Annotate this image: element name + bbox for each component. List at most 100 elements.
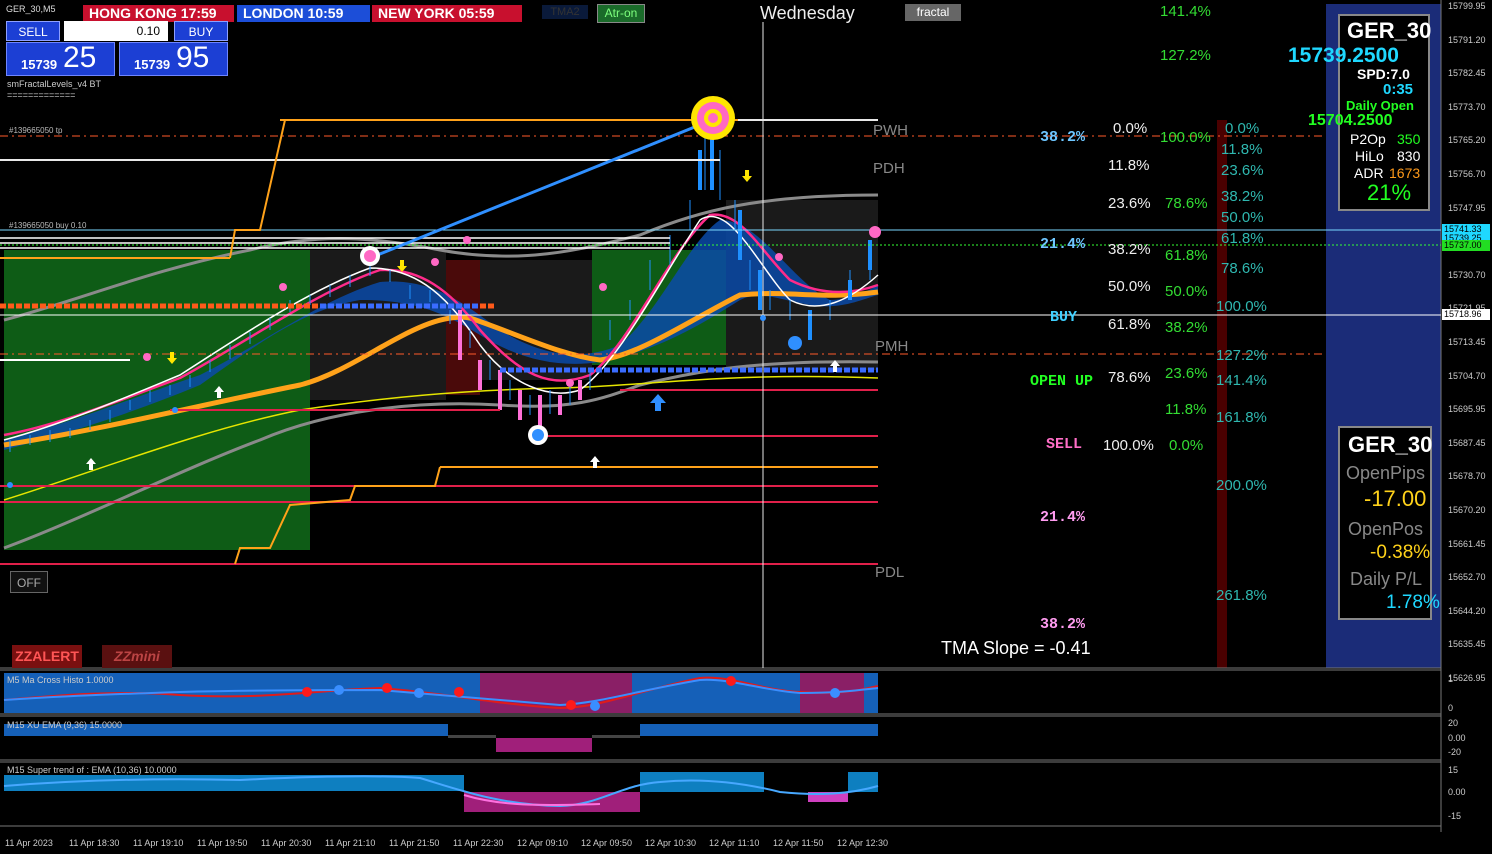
off-button[interactable]: OFF (10, 571, 48, 593)
lot-size-input[interactable]: 0.10 (64, 21, 168, 41)
price-tag-3: 15737.00 (1442, 240, 1490, 251)
time-axis-label: 12 Apr 09:50 (581, 838, 633, 848)
zzalert-button[interactable]: ZZALERT (12, 645, 82, 668)
buy-button[interactable]: BUY (174, 21, 228, 41)
fib2-0: 0.0% (1113, 120, 1148, 137)
fib3-4: 61.8% (1165, 247, 1208, 264)
fib4-7: 100.0% (1216, 298, 1267, 315)
ind3-axis-bottom: -15 (1448, 811, 1462, 821)
info-p2op-label: P2Op (1350, 131, 1386, 147)
fib2-1: 11.8% (1108, 157, 1150, 174)
fib3-9: 0.0% (1169, 437, 1204, 454)
fib4-9: 141.4% (1216, 372, 1267, 389)
time-axis-label: 11 Apr 19:50 (197, 838, 248, 848)
time-axis-label: 11 Apr 21:50 (389, 838, 440, 848)
level-pdl: PDL (875, 564, 905, 581)
chart-canvas[interactable] (0, 0, 1492, 854)
fib3-1: 127.2% (1160, 47, 1211, 64)
ind2-title: M15 XU EMA (9,36) 15.0000 (7, 720, 123, 730)
time-axis-label: 11 Apr 21:10 (325, 838, 376, 848)
level-pmh: PMH (875, 338, 909, 355)
price-axis-label: 15773.70 (1448, 101, 1486, 112)
fib3-5: 50.0% (1165, 283, 1208, 300)
fib3-7: 23.6% (1165, 365, 1208, 382)
ind2-axis-bottom: -20 (1448, 747, 1462, 757)
price-axis-label: 15635.45 (1448, 639, 1486, 650)
order-tp-label: #139665050 tp (9, 126, 63, 135)
time-axis-label: 11 Apr 22:30 (453, 838, 504, 848)
fractal-button[interactable]: fractal (905, 4, 961, 21)
daily-pl-label: Daily P/L (1350, 569, 1423, 589)
fib4-10: 161.8% (1216, 409, 1267, 426)
open-pips-label: OpenPips (1346, 463, 1426, 483)
fib3-2: 100.0% (1160, 129, 1211, 146)
price-axis-label: 15799.95 (1448, 1, 1486, 11)
info-daily-open-label: Daily Open (1346, 98, 1414, 113)
info-timer: 0:35 (1383, 81, 1414, 98)
tma2-button[interactable]: TMA2 (542, 5, 588, 19)
time-axis-label: 11 Apr 18:30 (69, 838, 120, 848)
zzmini-button[interactable]: ZZmini (102, 645, 172, 668)
price-axis-label: 15730.70 (1448, 269, 1486, 280)
symbol-header: GER_30,M5 (6, 4, 56, 14)
session-london: LONDON 10:59 (237, 5, 370, 22)
price-axis-label: 15661.45 (1448, 538, 1486, 549)
buy-price[interactable]: 15739 95 (119, 41, 228, 76)
fib1-5: 21.4% (1040, 509, 1086, 526)
info-hilo: 830 (1397, 148, 1421, 164)
fib4-2: 23.6% (1221, 162, 1264, 179)
sell-button[interactable]: SELL (6, 21, 60, 41)
time-axis-label: 12 Apr 11:10 (709, 838, 760, 848)
price-tag-4: 15718.96 (1442, 309, 1490, 320)
price-axis-label: 15782.45 (1448, 68, 1486, 79)
ind2-axis-top: 20 (1448, 718, 1459, 728)
ind3-axis-mid: 0.00 (1448, 787, 1466, 797)
info-daily-open: 15704.2500 (1308, 112, 1393, 129)
fib3-8: 11.8% (1165, 401, 1207, 418)
price-axis-label: 15670.20 (1448, 505, 1486, 515)
open-pos-label: OpenPos (1348, 519, 1424, 539)
sell-price[interactable]: 15739 25 (6, 41, 115, 76)
atr-on-button[interactable]: Atr-on (597, 4, 645, 23)
indicator-label: smFractalLevels_v4 BT (7, 79, 102, 89)
time-axis-label: 12 Apr 12:30 (837, 838, 889, 848)
open-pips-value: -17.00 (1364, 486, 1427, 511)
order-buy-label: #139665050 buy 0.10 (9, 221, 87, 230)
fib4-5: 61.8% (1221, 230, 1264, 247)
info-adr: 1673 (1389, 165, 1421, 181)
price-axis-label: 15652.70 (1448, 572, 1486, 583)
fib3-6: 38.2% (1165, 319, 1208, 336)
price-axis-label: 15765.20 (1448, 135, 1486, 146)
fib2-3: 38.2% (1108, 241, 1151, 258)
time-axis-label: 11 Apr 19:10 (133, 838, 184, 848)
price-axis-label: 15713.45 (1448, 337, 1486, 347)
fib4-3: 38.2% (1221, 188, 1264, 205)
indicator-separator: ============= (7, 90, 76, 100)
fib1-6: 38.2% (1040, 616, 1086, 633)
fib1-2: BUY (1050, 309, 1078, 326)
fib4-8: 127.2% (1216, 347, 1267, 364)
fib1-4: SELL (1046, 436, 1083, 453)
info-adr-label: ADR (1354, 165, 1384, 181)
price-axis-label: 15644.20 (1448, 605, 1486, 616)
time-axis-label: 12 Apr 10:30 (645, 838, 697, 848)
fib2-6: 78.6% (1108, 369, 1151, 386)
fib2-4: 50.0% (1108, 278, 1151, 295)
fib4-6: 78.6% (1221, 260, 1264, 277)
info-percent: 21% (1367, 180, 1412, 205)
sell-price-pips: 25 (63, 41, 97, 74)
time-axis-label: 11 Apr 20:30 (261, 838, 312, 848)
level-pdh: PDH (873, 160, 905, 177)
position-panel: GER_30 OpenPips -17.00 OpenPos -0.38% Da… (1338, 426, 1440, 620)
fib4-12: 261.8% (1216, 587, 1267, 604)
fib1-0: 38.2% (1040, 129, 1086, 146)
price-axis-label: 15704.70 (1448, 370, 1486, 381)
open-pos-value: -0.38% (1370, 542, 1431, 563)
fib4-1: 11.8% (1221, 141, 1263, 158)
fib4-0: 0.0% (1225, 120, 1260, 137)
ind3-title: M15 Super trend of : EMA (10,36) 10.0000 (7, 765, 177, 775)
level-pwh: PWH (873, 122, 908, 139)
buy-price-pips: 95 (176, 41, 210, 74)
ind1-title: M5 Ma Cross Histo 1.0000 (7, 675, 114, 685)
daily-pl-value: 1.78% (1386, 592, 1440, 613)
